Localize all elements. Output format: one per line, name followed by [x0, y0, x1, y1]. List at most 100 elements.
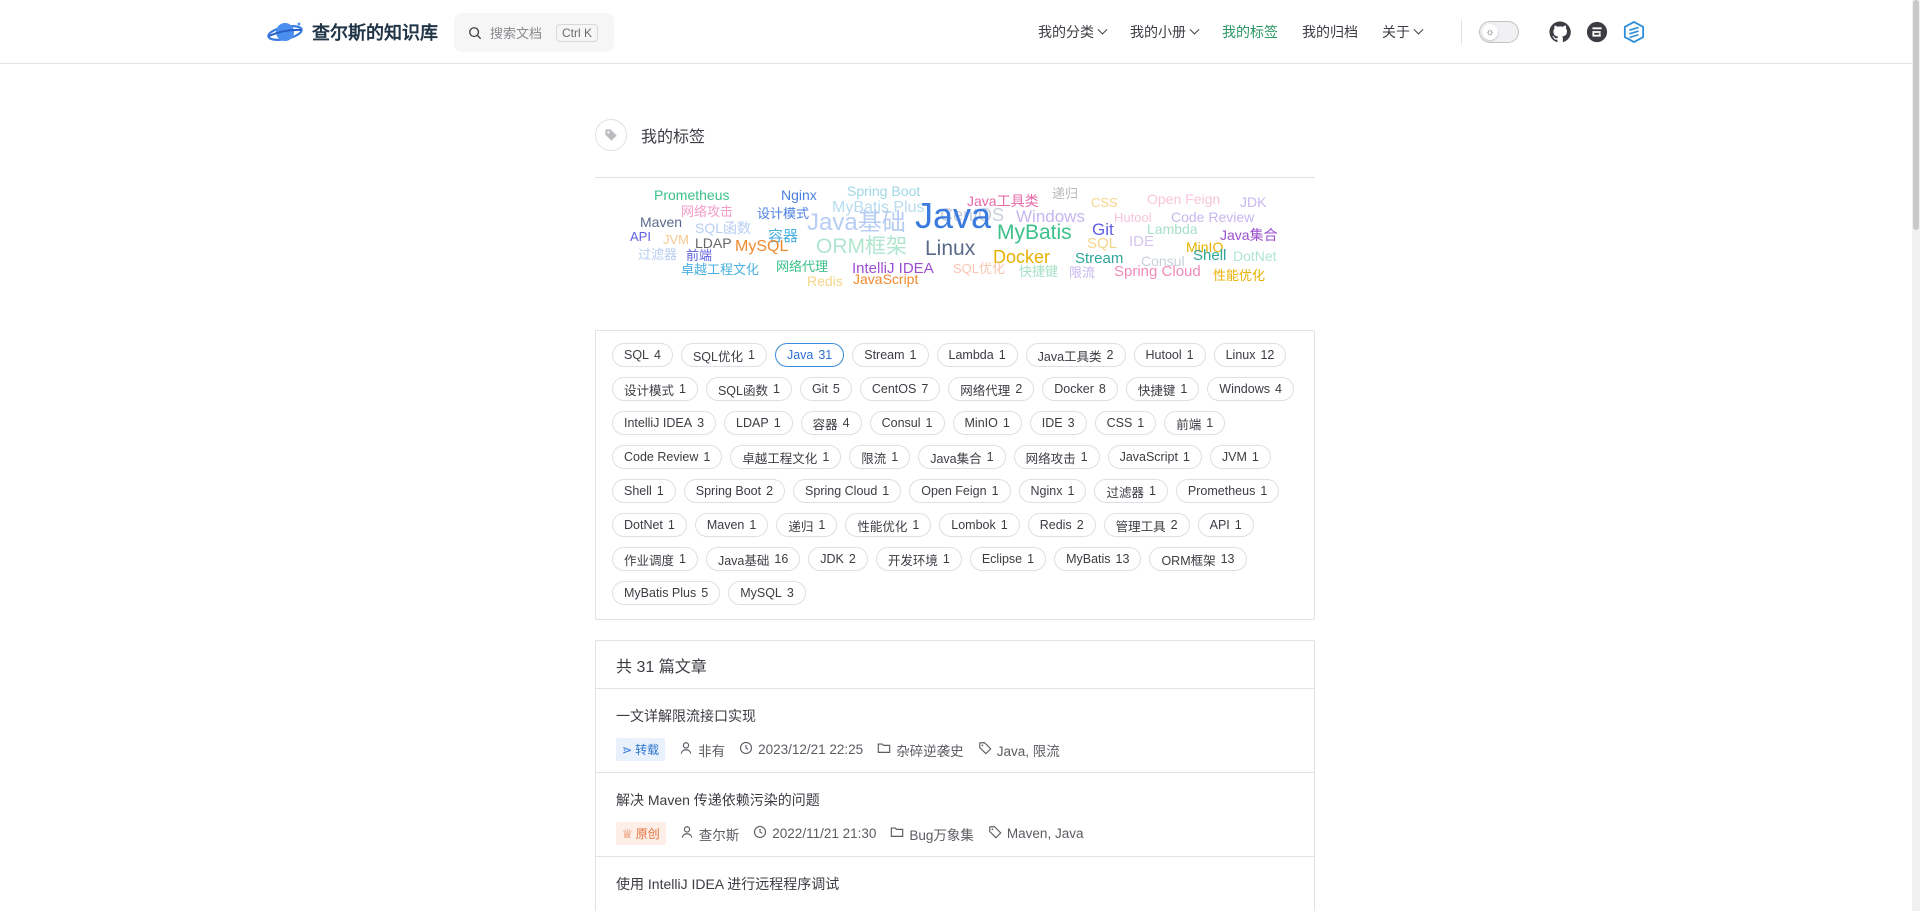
nav-item-booklets[interactable]: 我的小册 [1130, 22, 1200, 42]
tag-chip[interactable]: MySQL 3 [728, 581, 806, 605]
cloud-word[interactable]: 卓越工程文化 [681, 263, 759, 276]
cloud-word[interactable]: Nginx [781, 188, 817, 202]
tag-chip[interactable]: Prometheus 1 [1175, 479, 1280, 503]
nav-item-categories[interactable]: 我的分类 [1038, 22, 1108, 42]
tag-chip[interactable]: LDAP 1 [724, 411, 793, 435]
tag-chip[interactable]: Hutool 1 [1133, 343, 1206, 367]
cloud-word[interactable]: Maven [640, 215, 682, 229]
tag-chip[interactable]: Open Feign 1 [909, 479, 1011, 503]
tag-chip[interactable]: Code Review 1 [612, 445, 723, 469]
tag-chip[interactable]: Maven 1 [694, 513, 769, 537]
cloud-word[interactable]: Linux [925, 238, 975, 259]
tag-chip[interactable]: Linux 12 [1213, 343, 1287, 367]
tag-chip[interactable]: 管理工具 2 [1103, 513, 1190, 537]
cloud-word[interactable]: CSS [1091, 196, 1118, 209]
cloud-word[interactable]: 设计模式 [757, 207, 809, 220]
tag-chip[interactable]: Windows 4 [1207, 377, 1294, 401]
theme-toggle[interactable]: ☼ [1479, 21, 1519, 43]
cloud-word[interactable]: Lambda [1147, 222, 1198, 236]
cloud-word[interactable]: DotNet [1233, 249, 1277, 263]
nav-item-tags[interactable]: 我的标签 [1222, 22, 1278, 42]
tag-chip[interactable]: Docker 8 [1042, 377, 1118, 401]
article-tags[interactable]: Maven, Java [988, 825, 1083, 842]
article-tags[interactable]: Java, 限流 [978, 740, 1060, 760]
search-button[interactable]: 搜索文档 Ctrl K [454, 13, 614, 52]
tag-chip[interactable]: 前端 1 [1164, 411, 1226, 435]
tag-chip[interactable]: 过滤器 1 [1094, 479, 1168, 503]
cloud-word[interactable]: API [630, 230, 651, 243]
tag-chip[interactable]: 设计模式 1 [612, 377, 698, 401]
cloud-word[interactable]: ORM框架 [816, 236, 907, 257]
article-title[interactable]: 解决 Maven 传递依赖污染的问题 [616, 790, 1294, 810]
tag-chip[interactable]: Java集合 1 [918, 445, 1006, 469]
site-logo[interactable]: 查尔斯的知识库 [266, 17, 438, 47]
blog-icon[interactable] [1623, 21, 1645, 43]
tag-chip[interactable]: Spring Boot 2 [683, 479, 786, 503]
tag-chip[interactable]: Java工具类 2 [1025, 343, 1126, 367]
article-author[interactable]: 非有 [679, 740, 725, 760]
tag-chip[interactable]: 递归 1 [776, 513, 838, 537]
tag-chip[interactable]: MyBatis 13 [1054, 547, 1142, 571]
cloud-word[interactable]: Shell [1193, 248, 1226, 263]
tag-chip[interactable]: Lombok 1 [939, 513, 1020, 537]
tag-chip[interactable]: API 1 [1197, 513, 1254, 537]
tag-chip[interactable]: 限流 1 [849, 445, 911, 469]
cloud-word[interactable]: Prometheus [654, 188, 729, 202]
tag-chip[interactable]: MinIO 1 [952, 411, 1022, 435]
tag-chip[interactable]: Nginx 1 [1018, 479, 1087, 503]
cloud-word[interactable]: MyBatis [997, 222, 1072, 243]
tag-chip[interactable]: DotNet 1 [612, 513, 687, 537]
nav-item-archives[interactable]: 我的归档 [1302, 22, 1358, 42]
cloud-word[interactable]: 网络代理 [776, 260, 828, 273]
tag-chip[interactable]: 网络代理 2 [948, 377, 1035, 401]
tag-chip[interactable]: Java基础 16 [705, 547, 801, 571]
tag-chip[interactable]: SQL函数 1 [705, 377, 792, 401]
article-category[interactable]: Bug万象集 [890, 824, 974, 844]
tag-chip[interactable]: IntelliJ IDEA 3 [612, 411, 717, 435]
scrollbar-thumb[interactable] [1913, 0, 1919, 230]
cloud-word[interactable]: Open Feign [1147, 192, 1220, 206]
tag-chip[interactable]: CSS 1 [1094, 411, 1157, 435]
cloud-word[interactable]: 快捷键 [1019, 265, 1058, 278]
tag-chip[interactable]: 性能优化 1 [845, 513, 932, 537]
cloud-word[interactable]: 网络攻击 [681, 205, 733, 218]
cloud-word[interactable]: JDK [1240, 195, 1266, 209]
tag-chip[interactable]: Stream 1 [852, 343, 929, 367]
gitee-icon[interactable] [1586, 21, 1608, 43]
cloud-word[interactable]: Hutool [1114, 211, 1152, 224]
tag-chip[interactable]: IDE 3 [1029, 411, 1087, 435]
tag-chip[interactable]: Java 31 [774, 343, 845, 367]
tag-chip[interactable]: Eclipse 1 [969, 547, 1047, 571]
tag-chip[interactable]: Git 5 [799, 377, 852, 401]
cloud-word[interactable]: JVM [663, 233, 689, 246]
tag-chip[interactable]: CentOS 7 [859, 377, 941, 401]
cloud-word[interactable]: 递归 [1052, 187, 1078, 200]
cloud-word[interactable]: 前端 [686, 249, 712, 262]
cloud-word[interactable]: Spring Boot [847, 184, 920, 198]
github-icon[interactable] [1549, 21, 1571, 43]
tag-chip[interactable]: JDK 2 [808, 547, 868, 571]
tag-chip[interactable]: 作业调度 1 [612, 547, 698, 571]
cloud-word[interactable]: 限流 [1069, 266, 1095, 279]
cloud-word[interactable]: SQL [1087, 236, 1117, 251]
tag-chip[interactable]: Shell 1 [612, 479, 676, 503]
article-title[interactable]: 使用 IntelliJ IDEA 进行远程程序调试 [616, 874, 1294, 894]
nav-item-about[interactable]: 关于 [1382, 22, 1424, 42]
cloud-word[interactable]: Java基础 [807, 211, 906, 235]
cloud-word[interactable]: MySQL [735, 239, 788, 255]
tag-chip[interactable]: 快捷键 1 [1125, 377, 1200, 401]
cloud-word[interactable]: IDE [1129, 234, 1154, 249]
cloud-word[interactable]: 过滤器 [638, 248, 677, 261]
tag-chip[interactable]: 开发环境 1 [875, 547, 962, 571]
cloud-word[interactable]: Spring Cloud [1114, 264, 1201, 279]
tag-chip[interactable]: 容器 4 [800, 411, 862, 435]
tag-chip[interactable]: 卓越工程文化 1 [730, 445, 842, 469]
tag-chip[interactable]: SQL 4 [612, 343, 673, 367]
cloud-word[interactable]: Redis [807, 274, 843, 288]
tag-chip[interactable]: ORM框架 13 [1149, 547, 1247, 571]
cloud-word[interactable]: JavaScript [853, 272, 918, 286]
cloud-word[interactable]: SQL优化 [953, 262, 1005, 275]
tag-chip[interactable]: MyBatis Plus 5 [612, 581, 721, 605]
tag-chip[interactable]: JavaScript 1 [1107, 445, 1202, 469]
cloud-word[interactable]: Java集合 [1220, 228, 1278, 242]
